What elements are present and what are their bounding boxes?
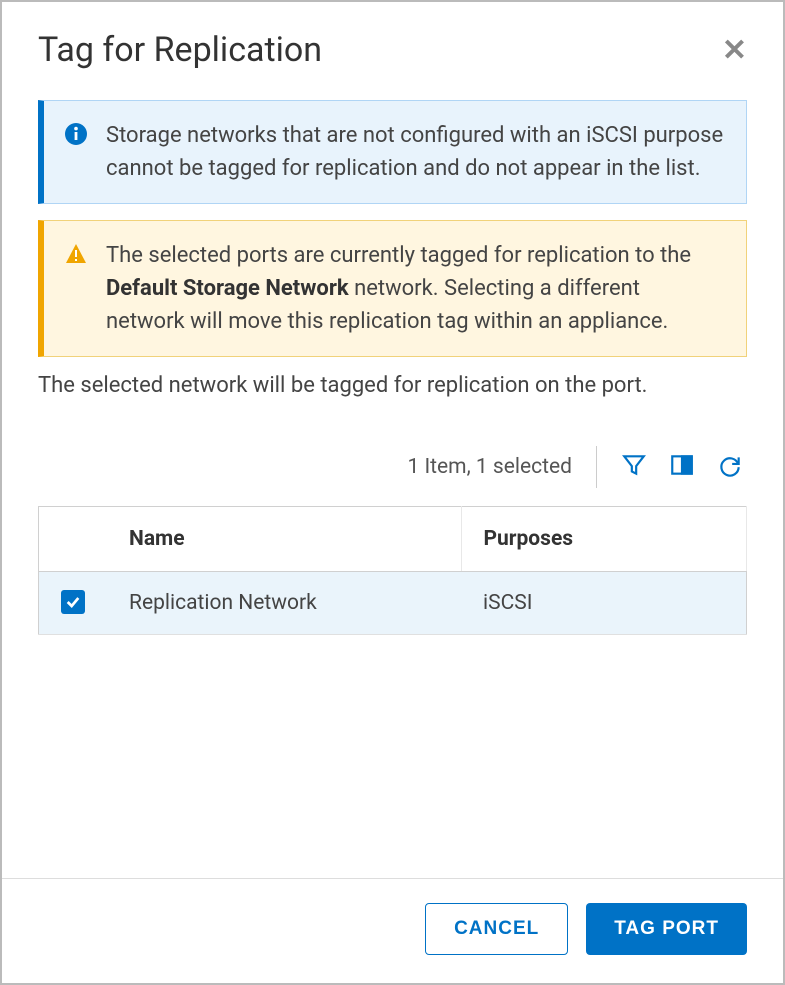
table-row[interactable]: Replication Network iSCSI (39, 572, 747, 635)
info-alert-text: Storage networks that are not configured… (106, 119, 724, 185)
row-checkbox[interactable] (61, 590, 85, 614)
networks-table: Name Purposes Replication Network iSCSI (38, 506, 747, 635)
item-count: 1 Item, 1 selected (407, 455, 572, 479)
cell-purposes: iSCSI (461, 572, 747, 635)
warn-bold: Default Storage Network (106, 276, 349, 301)
toolbar-divider (596, 446, 597, 488)
dialog-header: Tag for Replication ✕ (2, 2, 783, 82)
dialog-title: Tag for Replication (38, 30, 322, 70)
columns-icon[interactable] (669, 452, 695, 482)
cancel-button[interactable]: CANCEL (425, 903, 568, 955)
table-toolbar: 1 Item, 1 selected (38, 446, 747, 488)
close-icon[interactable]: ✕ (722, 33, 747, 68)
warning-alert: The selected ports are currently tagged … (38, 220, 747, 357)
tag-port-button[interactable]: TAG PORT (586, 903, 747, 955)
info-alert: Storage networks that are not configured… (38, 100, 747, 204)
refresh-icon[interactable] (717, 452, 743, 482)
filter-icon[interactable] (621, 452, 647, 482)
warn-prefix: The selected ports are currently tagged … (106, 243, 691, 268)
instruction-text: The selected network will be tagged for … (38, 373, 747, 398)
warning-alert-text: The selected ports are currently tagged … (106, 239, 724, 338)
dialog-body: Storage networks that are not configured… (2, 82, 783, 878)
warning-icon (64, 242, 92, 276)
col-name[interactable]: Name (107, 507, 461, 572)
cell-name: Replication Network (107, 572, 461, 635)
dialog-footer: CANCEL TAG PORT (2, 878, 783, 983)
col-purposes[interactable]: Purposes (461, 507, 747, 572)
info-icon (64, 122, 92, 156)
col-checkbox (39, 507, 108, 572)
